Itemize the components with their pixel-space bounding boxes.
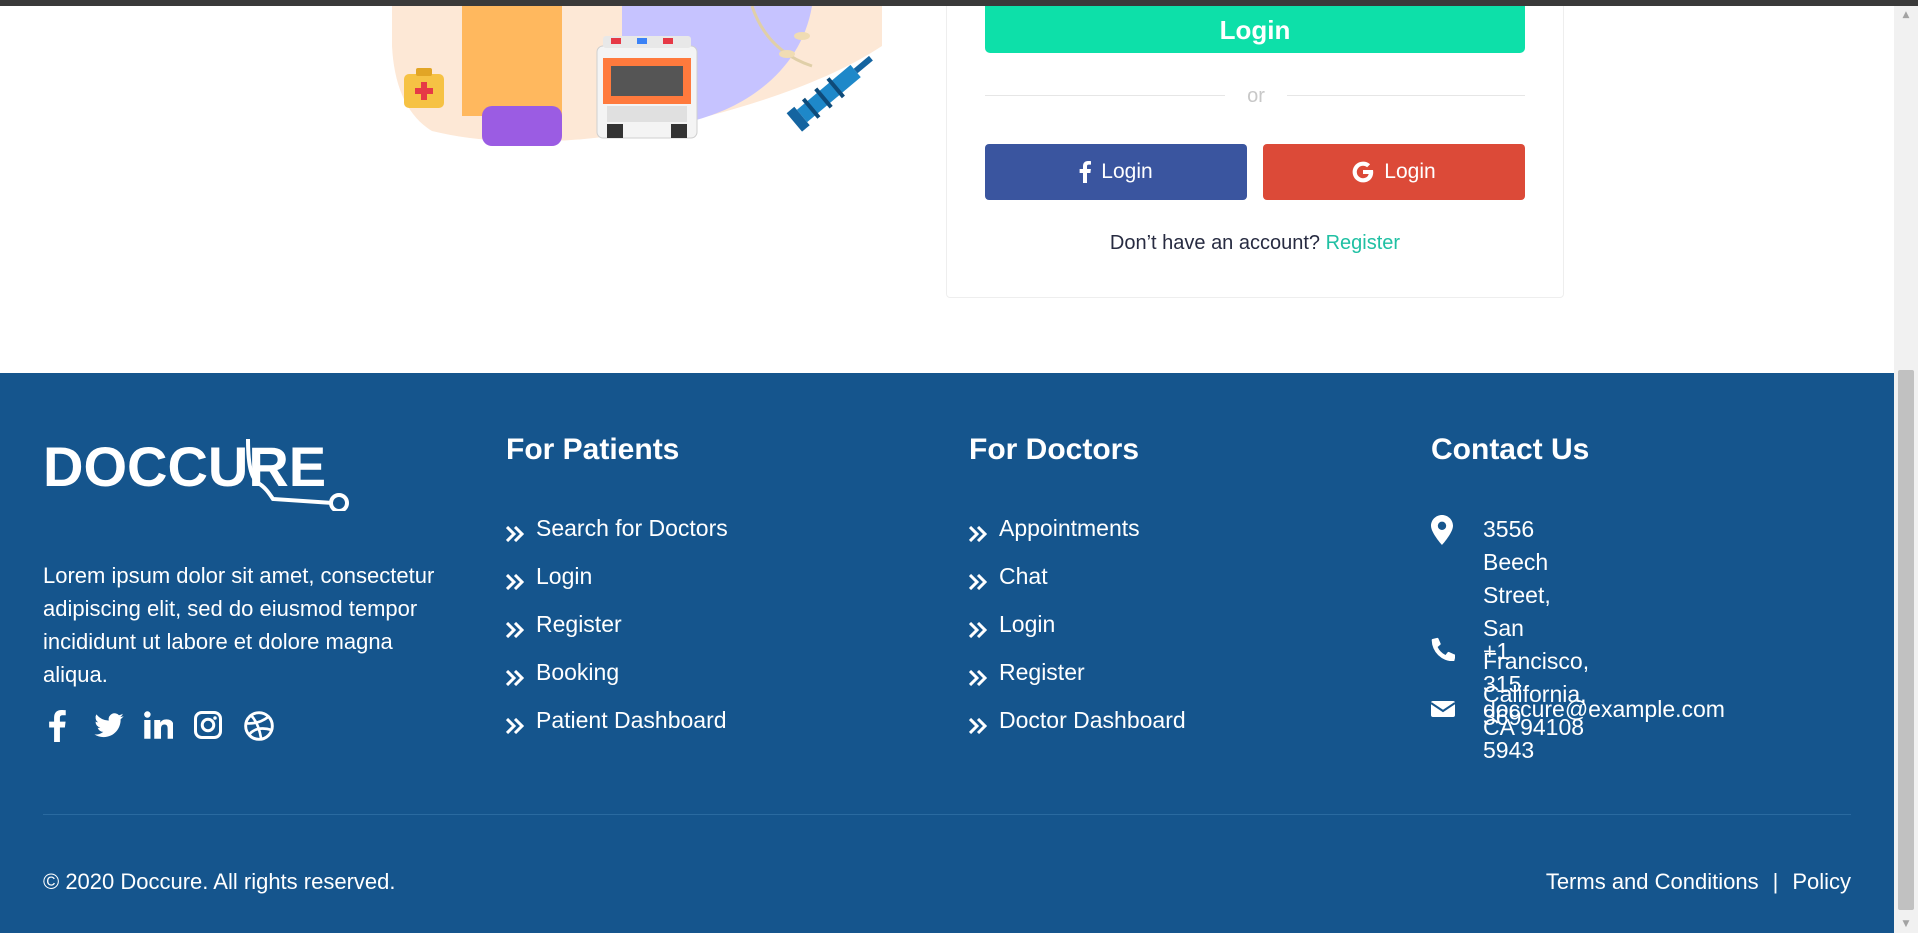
double-chevron-right-icon (505, 519, 526, 549)
email-address[interactable]: doccure@example.com (1483, 693, 1725, 728)
double-chevron-right-icon (505, 567, 526, 597)
footer-link-label: Doctor Dashboard (999, 707, 1186, 733)
footer-link-appointments[interactable]: Appointments (968, 513, 1186, 561)
footer-link-label: Appointments (999, 515, 1140, 541)
contact-us-title: Contact Us (1431, 433, 1590, 466)
policy-link[interactable]: Policy (1792, 869, 1851, 895)
terms-link[interactable]: Terms and Conditions (1546, 869, 1759, 895)
envelope-icon (1430, 693, 1483, 728)
dribbble-icon[interactable] (243, 710, 274, 742)
or-divider: or (985, 84, 1525, 108)
facebook-login-button[interactable]: Login (985, 144, 1247, 200)
scrollbar-thumb[interactable] (1898, 370, 1914, 910)
facebook-icon[interactable] (43, 710, 73, 742)
footer-link-label: Patient Dashboard (536, 707, 727, 733)
double-chevron-right-icon (505, 711, 526, 741)
footer-link-booking[interactable]: Booking (505, 657, 728, 705)
instagram-icon[interactable] (193, 710, 223, 742)
site-footer: DOCCURE Lorem ipsum dolor sit amet, cons… (0, 373, 1894, 933)
double-chevron-right-icon (505, 663, 526, 693)
address-line-1: 3556 Beech Street, San (1483, 516, 1551, 641)
double-chevron-right-icon (968, 519, 989, 549)
footer-link-label: Login (999, 611, 1056, 637)
for-patients-links: Search for Doctors Login Register Bookin… (505, 513, 728, 753)
register-link[interactable]: Register (1326, 232, 1400, 254)
twitter-icon[interactable] (93, 710, 124, 742)
policy-links: Terms and Conditions | Policy (1546, 869, 1851, 895)
page-content: Login or Login Login Don’t have an accou… (0, 6, 1894, 933)
social-links (43, 710, 274, 742)
linkedin-icon[interactable] (143, 710, 174, 742)
double-chevron-right-icon (968, 711, 989, 741)
double-chevron-right-icon (968, 615, 989, 645)
google-icon (1352, 161, 1374, 183)
copyright-text: © 2020 Doccure. All rights reserved. (43, 869, 396, 894)
google-login-button[interactable]: Login (1263, 144, 1525, 200)
or-text: or (1247, 85, 1265, 107)
footer-link-doctor-register[interactable]: Register (968, 657, 1186, 705)
svg-text:DOCCURE: DOCCURE (43, 435, 326, 498)
divider-line-left (985, 95, 1225, 96)
double-chevron-right-icon (968, 567, 989, 597)
policy-separator: | (1772, 869, 1779, 894)
footer-link-label: Login (536, 563, 593, 589)
footer-link-login[interactable]: Login (505, 561, 728, 609)
facebook-icon (1079, 161, 1092, 183)
footer-link-label: Chat (999, 563, 1048, 589)
footer-link-doctor-dashboard[interactable]: Doctor Dashboard (968, 705, 1186, 753)
footer-link-label: Search for Doctors (536, 515, 728, 541)
footer-link-register[interactable]: Register (505, 609, 728, 657)
google-login-label: Login (1384, 160, 1436, 183)
footer-link-chat[interactable]: Chat (968, 561, 1186, 609)
footer-link-doctor-login[interactable]: Login (968, 609, 1186, 657)
for-doctors-links: Appointments Chat Login Register Doctor … (968, 513, 1186, 753)
facebook-login-label: Login (1101, 160, 1153, 183)
for-doctors-title: For Doctors (969, 433, 1140, 466)
divider-line-right (1287, 95, 1525, 96)
footer-link-label: Booking (536, 659, 620, 685)
double-chevron-right-icon (505, 615, 526, 645)
footer-link-label: Register (536, 611, 622, 637)
footer-divider (43, 814, 1851, 815)
scroll-down-arrow-icon[interactable]: ▼ (1894, 915, 1918, 933)
register-prompt: Don’t have an account? Register (985, 232, 1525, 255)
footer-link-label: Register (999, 659, 1085, 685)
doccure-logo[interactable]: DOCCURE (43, 431, 353, 516)
footer-link-search-doctors[interactable]: Search for Doctors (505, 513, 728, 561)
double-chevron-right-icon (968, 663, 989, 693)
for-patients-title: For Patients (506, 433, 680, 466)
medical-illustration (392, 6, 882, 156)
login-button[interactable]: Login (985, 6, 1525, 53)
footer-link-patient-dashboard[interactable]: Patient Dashboard (505, 705, 728, 753)
contact-email: doccure@example.com (1430, 693, 1725, 728)
vertical-scrollbar[interactable]: ▲ ▼ (1894, 6, 1918, 933)
no-account-text: Don’t have an account? (1109, 232, 1321, 254)
footer-about-text: Lorem ipsum dolor sit amet, consectetur … (43, 563, 435, 687)
scroll-up-arrow-icon[interactable]: ▲ (1894, 6, 1918, 24)
